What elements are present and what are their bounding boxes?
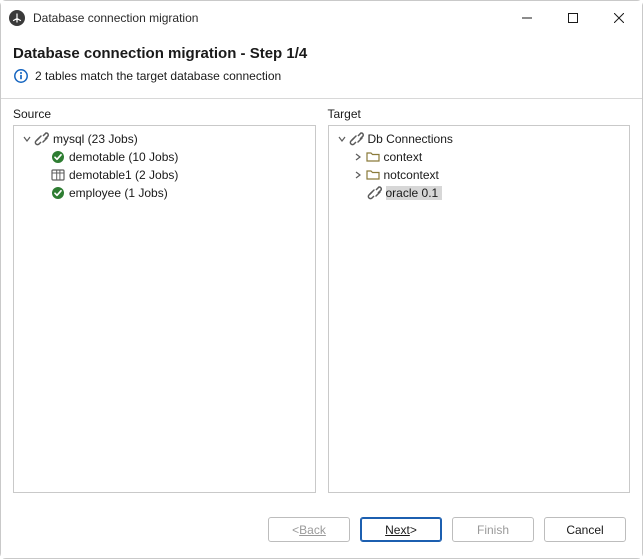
page-title: Database connection migration - Step 1/4 <box>13 45 630 62</box>
next-button-label: Next <box>385 523 410 537</box>
target-folder[interactable]: notcontext <box>329 166 630 184</box>
titlebar: Database connection migration <box>1 1 642 35</box>
back-button-label: Back <box>299 523 326 537</box>
target-connection-label: oracle 0.1 <box>386 186 443 200</box>
target-folder[interactable]: context <box>329 148 630 166</box>
target-connection-selected[interactable]: oracle 0.1 <box>329 184 630 202</box>
info-row: 2 tables match the target database conne… <box>13 68 630 84</box>
window-title: Database connection migration <box>33 11 504 25</box>
minimize-button[interactable] <box>504 1 550 35</box>
source-item-label: demotable (10 Jobs) <box>69 150 182 164</box>
next-button[interactable]: Next > <box>360 517 442 542</box>
source-header: Source <box>13 107 316 125</box>
source-item[interactable]: demotable1 (2 Jobs) <box>14 166 315 184</box>
connection-icon <box>367 185 383 201</box>
maximize-button[interactable] <box>550 1 596 35</box>
chevron-right-icon[interactable] <box>351 153 365 161</box>
close-button[interactable] <box>596 1 642 35</box>
window-controls <box>504 1 642 35</box>
cancel-button-label: Cancel <box>566 523 603 537</box>
finish-button: Finish <box>452 517 534 542</box>
app-icon <box>9 10 25 26</box>
target-folder-label: context <box>384 150 427 164</box>
source-item-label: demotable1 (2 Jobs) <box>69 168 182 182</box>
table-icon <box>50 167 66 183</box>
connection-icon <box>34 131 50 147</box>
cancel-button[interactable]: Cancel <box>544 517 626 542</box>
source-item[interactable]: demotable (10 Jobs) <box>14 148 315 166</box>
source-root-label: mysql (23 Jobs) <box>53 132 142 146</box>
source-root[interactable]: mysql (23 Jobs) <box>14 130 315 148</box>
back-button: < Back <box>268 517 350 542</box>
chevron-down-icon[interactable] <box>20 135 34 143</box>
folder-icon <box>365 149 381 165</box>
target-header: Target <box>328 107 631 125</box>
target-root[interactable]: Db Connections <box>329 130 630 148</box>
folder-icon <box>365 167 381 183</box>
source-item-label: employee (1 Jobs) <box>69 186 172 200</box>
main-split: Source mysql (23 Jobs) demotable (10 Job… <box>1 99 642 497</box>
target-column: Target Db Connections context <box>328 107 631 493</box>
chevron-down-icon[interactable] <box>335 135 349 143</box>
source-item[interactable]: employee (1 Jobs) <box>14 184 315 202</box>
button-bar: < Back Next > Finish Cancel <box>1 497 642 558</box>
target-folder-label: notcontext <box>384 168 443 182</box>
check-icon <box>50 149 66 165</box>
finish-button-label: Finish <box>477 523 509 537</box>
wizard-banner: Database connection migration - Step 1/4… <box>1 35 642 99</box>
source-column: Source mysql (23 Jobs) demotable (10 Job… <box>13 107 316 493</box>
connection-icon <box>349 131 365 147</box>
chevron-right-icon[interactable] <box>351 171 365 179</box>
info-icon <box>13 68 29 84</box>
info-text: 2 tables match the target database conne… <box>35 69 281 83</box>
target-tree[interactable]: Db Connections context notcontext <box>328 125 631 493</box>
target-root-label: Db Connections <box>368 132 457 146</box>
check-icon <box>50 185 66 201</box>
source-tree[interactable]: mysql (23 Jobs) demotable (10 Jobs) demo… <box>13 125 316 493</box>
